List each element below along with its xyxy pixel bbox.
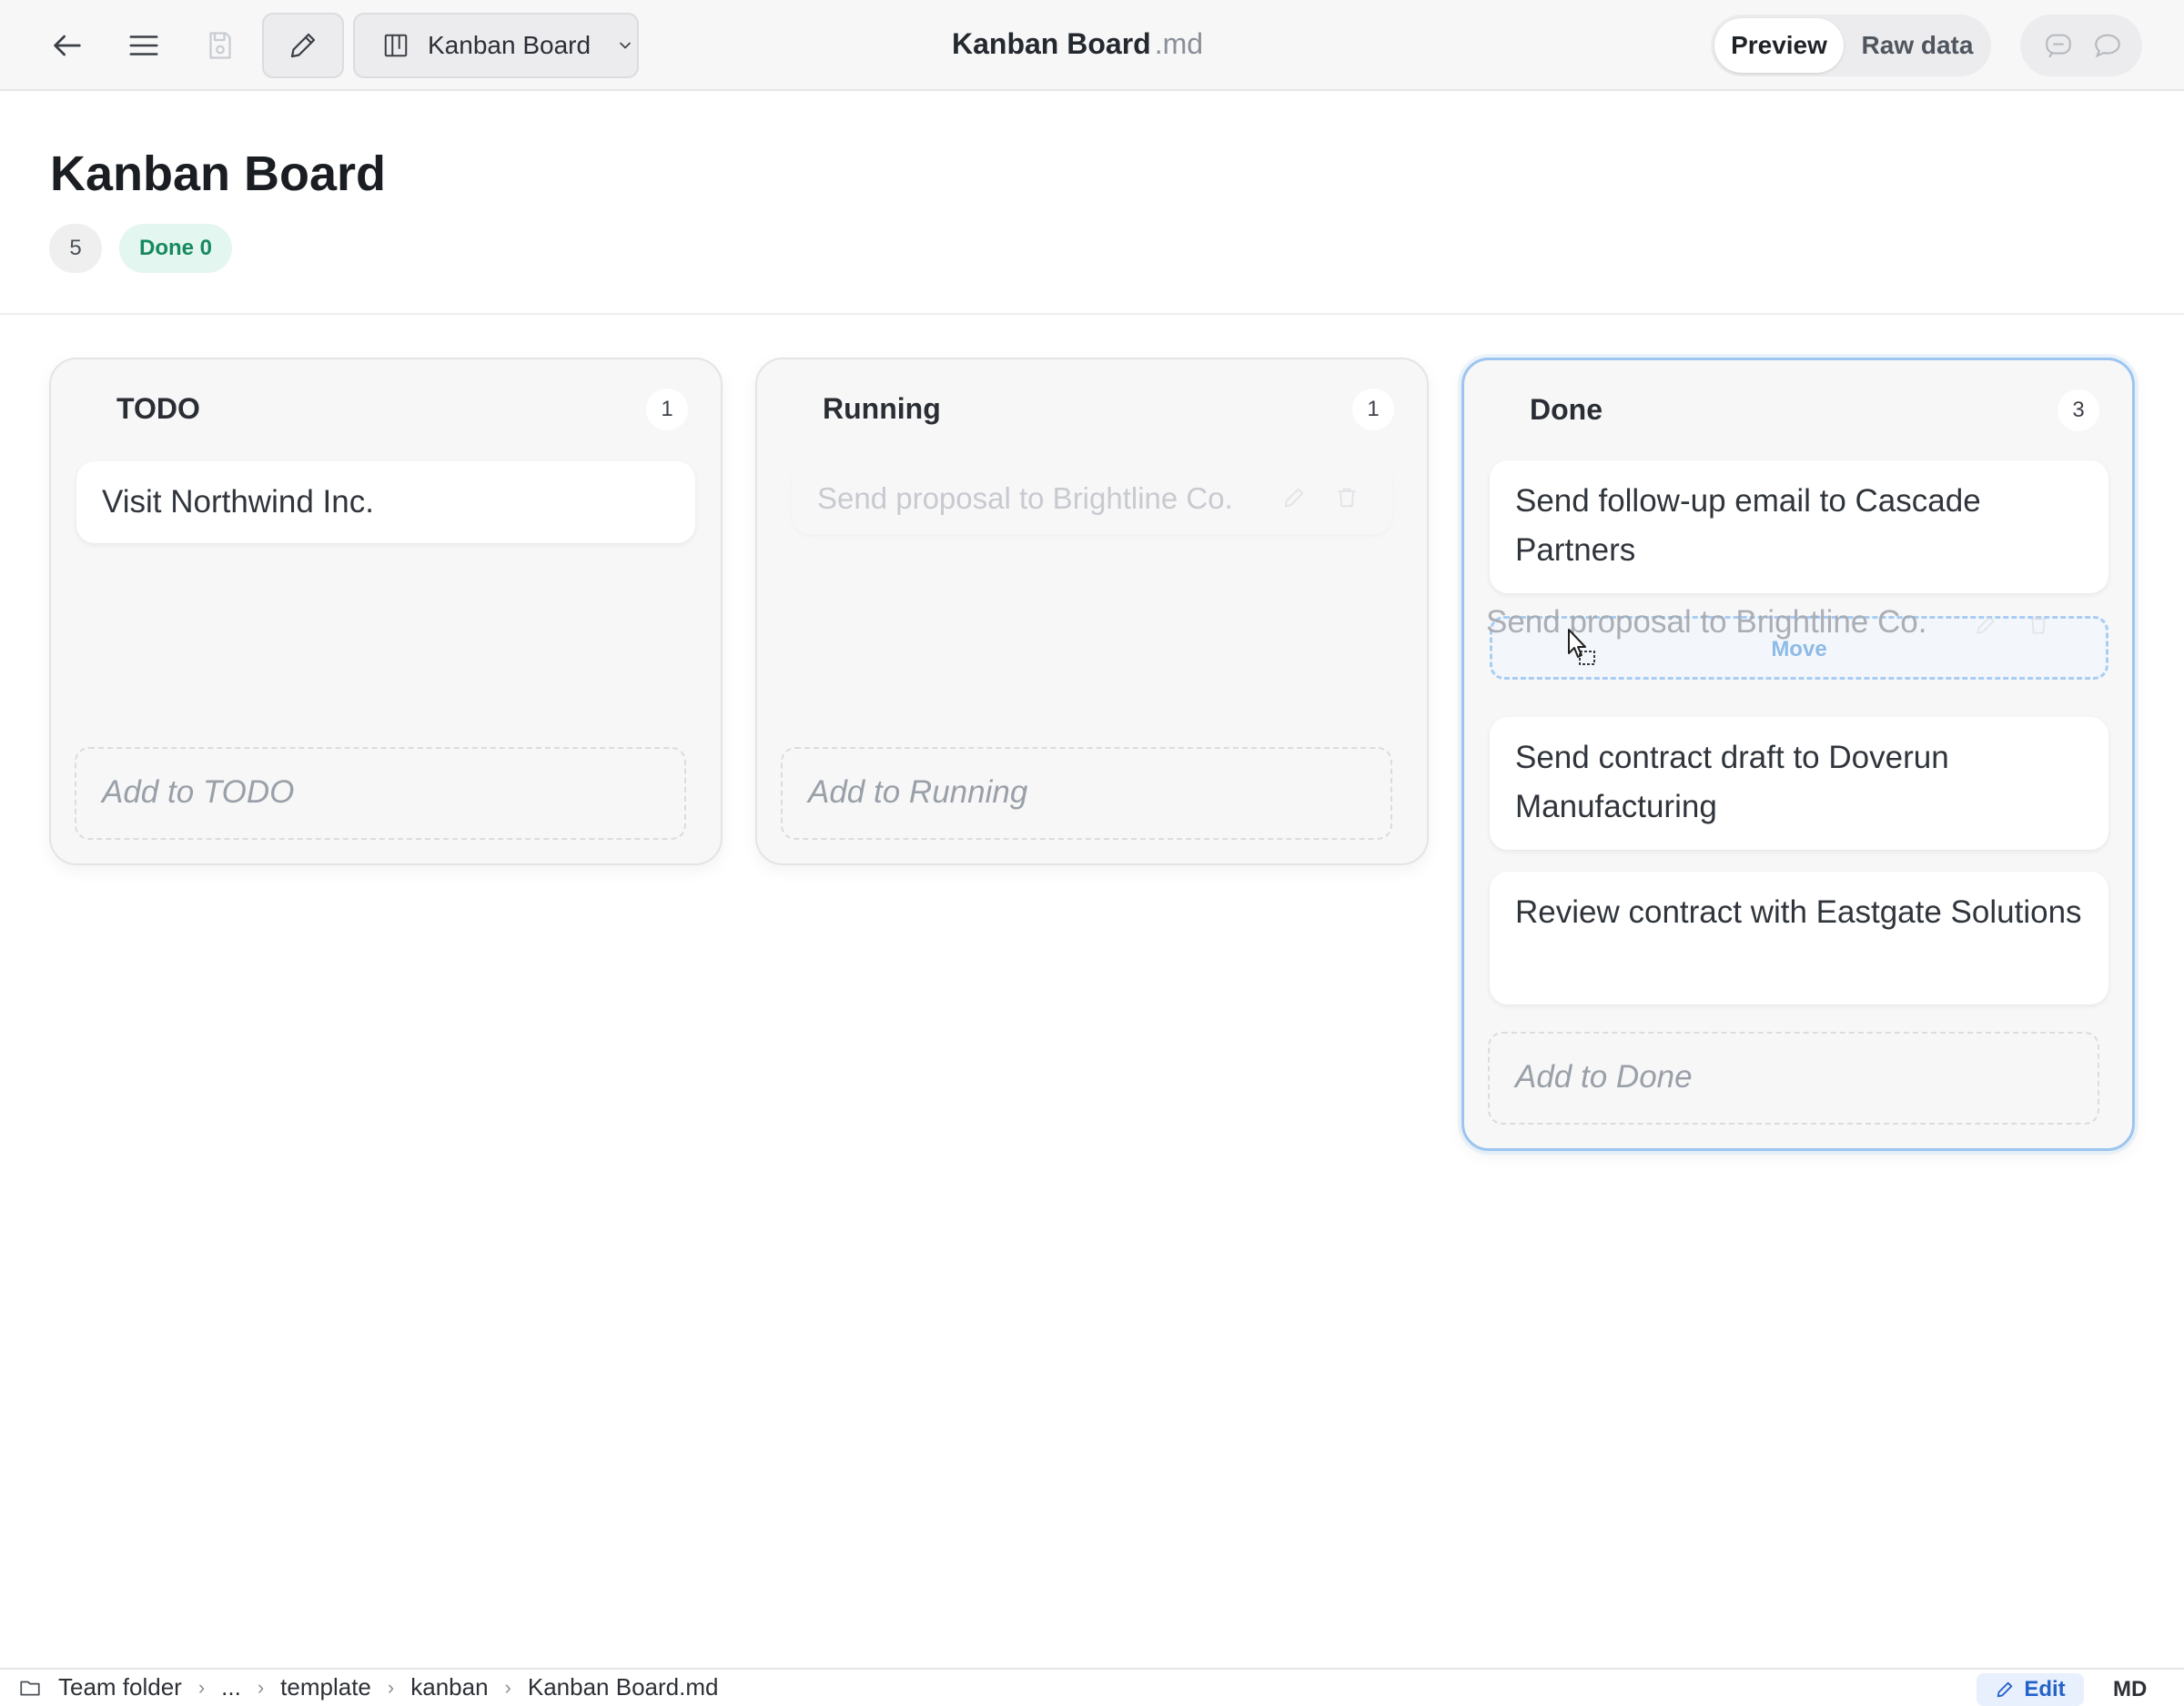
comments-button[interactable] — [2040, 27, 2077, 64]
top-toolbar: Kanban Board Kanban Board .md Preview Raw… — [0, 0, 2184, 91]
column-done[interactable]: Done 3 Send follow-up email to Cascade P… — [1461, 358, 2135, 1151]
arrow-left-icon — [54, 35, 81, 56]
raw-data-tab[interactable]: Raw data — [1849, 18, 1986, 73]
board-icon — [384, 34, 408, 57]
pencil-icon — [290, 33, 316, 58]
document-title: Kanban Board .md — [952, 27, 1203, 61]
column-title: Running — [823, 392, 941, 425]
kanban-card-dragging-source[interactable]: Send proposal to Brightline Co. — [792, 461, 1392, 534]
page-title: Kanban Board — [50, 146, 387, 201]
comment-icon — [2046, 34, 2071, 58]
chevron-down-icon — [620, 42, 631, 49]
drag-preview-card: Send proposal to Brightline Co. — [1486, 604, 1927, 640]
document-name: Kanban Board — [952, 27, 1151, 60]
edit-label: Edit — [2024, 1677, 2066, 1701]
column-count-badge: 1 — [646, 389, 688, 430]
pencil-icon[interactable] — [1281, 485, 1307, 510]
status-edit-button[interactable]: Edit — [1977, 1673, 2084, 1706]
column-count-badge: 1 — [1352, 389, 1394, 430]
trash-icon — [2030, 616, 2047, 634]
card-actions — [1281, 485, 1360, 510]
chevron-right-icon: › — [387, 1675, 395, 1699]
card-text: Send proposal to Brightline Co. — [817, 481, 1233, 515]
breadcrumb-item[interactable]: ... — [221, 1673, 241, 1701]
menu-button[interactable] — [116, 20, 171, 71]
document-extension: .md — [1154, 27, 1204, 60]
column-title: TODO — [116, 392, 200, 425]
breadcrumb-item[interactable]: template — [280, 1673, 371, 1701]
chat-buttons — [2020, 15, 2142, 76]
drag-cursor-icon — [1568, 629, 1595, 665]
breadcrumb-item[interactable]: kanban — [410, 1673, 488, 1701]
save-button[interactable] — [193, 20, 248, 71]
chevron-right-icon: › — [197, 1675, 206, 1699]
kanban-card[interactable]: Send contract draft to Doverun Manufactu… — [1490, 717, 2108, 850]
hamburger-icon — [129, 35, 158, 56]
format-indicator[interactable]: MD — [2113, 1677, 2147, 1702]
view-select-label: Kanban Board — [428, 31, 592, 59]
kanban-card[interactable]: Review contract with Eastgate Solutions — [1490, 872, 2108, 1004]
add-card-input[interactable]: Add to Done — [1488, 1032, 2099, 1125]
pencil-icon — [1997, 1681, 2013, 1698]
breadcrumb-item[interactable]: Team folder — [58, 1673, 182, 1701]
breadcrumb: Team folder › ... › template › kanban › … — [18, 1673, 718, 1701]
column-todo[interactable]: TODO 1 Visit Northwind Inc. Add to TODO — [49, 358, 723, 865]
done-count-badge: Done 0 — [119, 224, 232, 273]
breadcrumb-item[interactable]: Kanban Board.md — [528, 1673, 719, 1701]
chat-button[interactable] — [2089, 27, 2126, 64]
total-count-badge: 5 — [49, 224, 102, 273]
view-mode-toggle: Preview Raw data — [1711, 15, 1991, 76]
kanban-card[interactable]: Send follow-up email to Cascade Partners — [1490, 460, 2108, 593]
trash-icon[interactable] — [1334, 485, 1360, 510]
back-button[interactable] — [40, 20, 95, 71]
chevron-right-icon: › — [504, 1675, 511, 1699]
folder-icon — [20, 1681, 40, 1695]
column-title: Done — [1530, 393, 1603, 426]
preview-tab[interactable]: Preview — [1714, 18, 1844, 73]
column-count-badge: 3 — [2058, 389, 2099, 431]
status-bar: Team folder › ... › template › kanban › … — [0, 1668, 2184, 1706]
chevron-right-icon: › — [257, 1675, 265, 1699]
view-select-dropdown[interactable]: Kanban Board — [353, 13, 639, 78]
save-icon — [209, 32, 231, 59]
pencil-icon — [1977, 616, 1995, 634]
add-card-input[interactable]: Add to TODO — [75, 747, 686, 840]
drag-preview-actions — [1974, 613, 2050, 637]
add-card-input[interactable]: Add to Running — [781, 747, 1392, 840]
edit-mode-button[interactable] — [262, 13, 344, 78]
header-divider — [0, 313, 2184, 315]
kanban-card[interactable]: Visit Northwind Inc. — [76, 461, 695, 543]
chat-icon — [2095, 34, 2120, 58]
column-running[interactable]: Running 1 Send proposal to Brightline Co… — [755, 358, 1429, 865]
